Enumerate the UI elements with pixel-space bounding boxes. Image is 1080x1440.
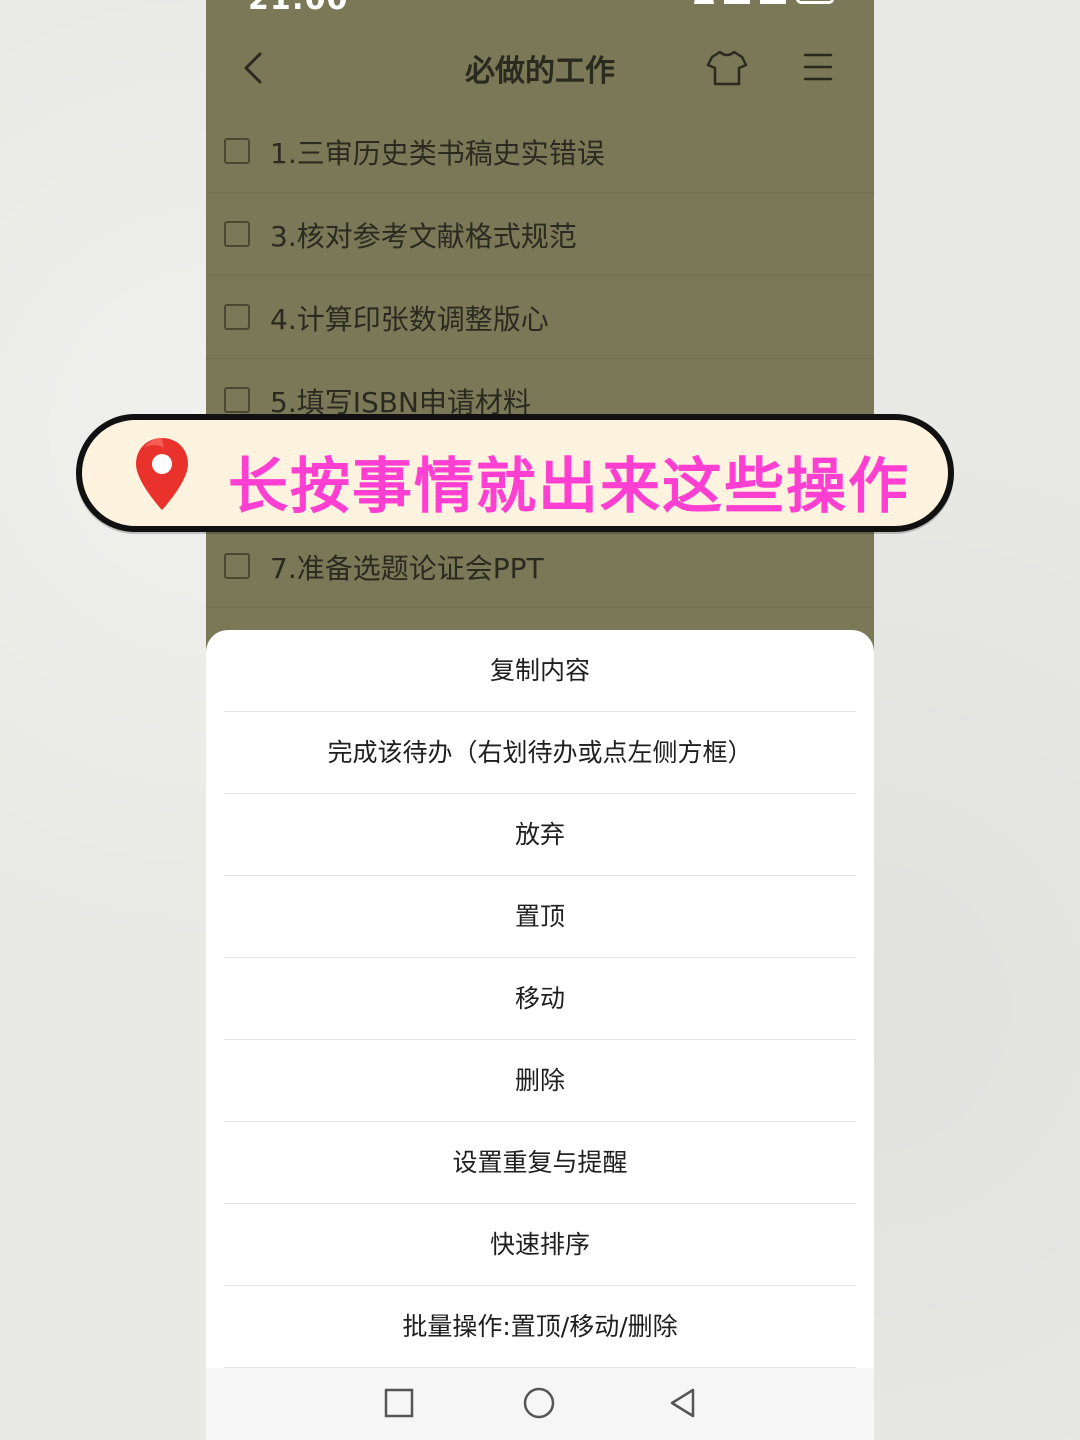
menu-item-delete[interactable]: 删除 — [224, 1040, 856, 1122]
status-time: 21:00 — [248, 0, 349, 17]
status-bar: 21:00 — [206, 0, 874, 20]
shirt-icon[interactable] — [706, 48, 748, 88]
task-checkbox[interactable] — [224, 553, 250, 579]
task-row[interactable]: 4.计算印张数调整版心 — [206, 276, 874, 359]
task-checkbox[interactable] — [224, 221, 250, 247]
menu-item-quick-sort[interactable]: 快速排序 — [224, 1204, 856, 1286]
signal-icon — [724, 0, 750, 4]
task-row[interactable]: 1.三审历史类书稿史实错误 — [206, 110, 874, 193]
annotation-banner: 长按事情就出来这些操作 — [76, 414, 954, 532]
task-row[interactable]: 7.准备选题论证会PPT — [206, 525, 874, 608]
phone-screen: 21:00 必做的工作 1.三审历史类书稿史实错误 3.核对参考文献格式规范 — [206, 0, 874, 1440]
signal-icon-2 — [760, 0, 786, 4]
battery-icon — [796, 0, 834, 4]
task-row[interactable]: 3.核对参考文献格式规范 — [206, 193, 874, 276]
map-pin-icon — [136, 438, 188, 510]
task-checkbox[interactable] — [224, 304, 250, 330]
task-checkbox[interactable] — [224, 138, 250, 164]
menu-item-move[interactable]: 移动 — [224, 958, 856, 1040]
task-checkbox[interactable] — [224, 387, 250, 413]
banner-text: 长按事情就出来这些操作 — [228, 452, 910, 522]
menu-item-abandon[interactable]: 放弃 — [224, 794, 856, 876]
menu-item-complete[interactable]: 完成该待办（右划待办或点左侧方框） — [224, 712, 856, 794]
status-icons — [694, 0, 834, 4]
wifi-icon — [694, 0, 714, 4]
app-header: 必做的工作 — [206, 28, 874, 108]
system-nav-bar — [206, 1368, 874, 1440]
context-menu-sheet: 复制内容 完成该待办（右划待办或点左侧方框） 放弃 置顶 移动 删除 设置重复与… — [206, 630, 874, 1440]
task-label: 4.计算印张数调整版心 — [270, 303, 549, 336]
back-triangle-icon[interactable] — [666, 1386, 700, 1420]
menu-item-copy[interactable]: 复制内容 — [224, 630, 856, 712]
menu-item-batch[interactable]: 批量操作:置顶/移动/删除 — [224, 1286, 856, 1368]
menu-icon[interactable] — [802, 50, 834, 84]
task-list: 1.三审历史类书稿史实错误 3.核对参考文献格式规范 4.计算印张数调整版心 5… — [206, 110, 874, 608]
page-title: 必做的工作 — [465, 54, 615, 89]
task-label: 7.准备选题论证会PPT — [270, 552, 544, 585]
home-icon[interactable] — [522, 1386, 556, 1420]
menu-item-repeat-reminder[interactable]: 设置重复与提醒 — [224, 1122, 856, 1204]
task-label: 1.三审历史类书稿史实错误 — [270, 137, 605, 170]
recent-apps-icon[interactable] — [382, 1386, 416, 1420]
task-label: 3.核对参考文献格式规范 — [270, 220, 577, 253]
menu-item-pin[interactable]: 置顶 — [224, 876, 856, 958]
context-menu-list: 复制内容 完成该待办（右划待办或点左侧方框） 放弃 置顶 移动 删除 设置重复与… — [224, 630, 856, 1368]
